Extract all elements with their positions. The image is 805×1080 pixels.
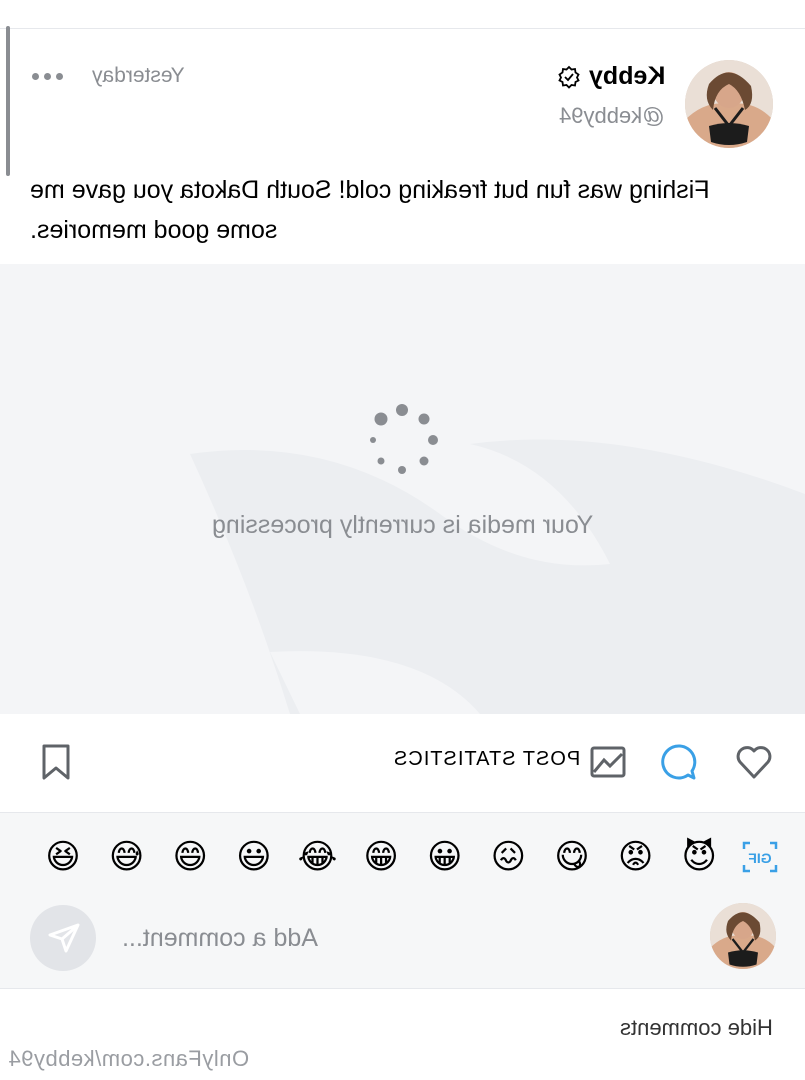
author-block: Kebby @kebby94 xyxy=(557,62,665,129)
heart-icon[interactable] xyxy=(734,742,774,782)
emoji-button[interactable]: 😃 xyxy=(231,834,277,880)
emoji-button[interactable]: 😡 xyxy=(613,834,659,880)
author-avatar[interactable] xyxy=(685,60,773,148)
send-icon[interactable] xyxy=(30,905,96,971)
watermark-text: OnlyFans.com/kebby94 xyxy=(8,1046,250,1071)
gif-icon[interactable]: GIF xyxy=(740,837,780,877)
media-watermark-shape xyxy=(190,439,805,714)
emoji-button[interactable]: 😆 xyxy=(40,834,86,880)
emoji-button[interactable]: 😅 xyxy=(104,834,150,880)
bookmark-icon[interactable] xyxy=(36,742,76,782)
verified-icon xyxy=(557,65,581,89)
post-statistics-button[interactable]: POST STATISTICS xyxy=(393,748,580,771)
post-text: Fishing was fun but freaking cold! South… xyxy=(30,176,710,244)
processing-status: Your media is currently processing xyxy=(211,511,594,539)
gif-label: GIF xyxy=(748,850,772,866)
comment-input[interactable] xyxy=(120,912,684,964)
author-handle[interactable]: @kebby94 xyxy=(559,103,665,129)
emoji-button[interactable]: 😀 xyxy=(422,834,468,880)
emoji-button[interactable]: 😂 xyxy=(295,834,341,880)
author-name[interactable]: Kebby xyxy=(589,62,665,91)
top-divider xyxy=(0,28,805,29)
current-user-avatar xyxy=(710,903,776,969)
media-placeholder: Your media is currently processing xyxy=(0,264,805,714)
hide-comments-link[interactable]: Hide comments xyxy=(620,1015,773,1041)
emoji-button[interactable]: 😄 xyxy=(167,834,213,880)
emoji-button[interactable]: 😈 xyxy=(676,834,722,880)
comment-icon[interactable] xyxy=(660,742,700,782)
emoji-button[interactable]: 😋 xyxy=(549,834,595,880)
post-timestamp: Yesterday xyxy=(92,64,185,87)
spinner-icon xyxy=(370,404,438,474)
scrollbar[interactable] xyxy=(6,26,10,176)
emoji-button[interactable]: 😖 xyxy=(485,834,531,880)
emoji-bar: 😆 😅 😄 😃 😂 😁 😀 😖 😋 😡 😈 GIF xyxy=(40,834,780,880)
comment-divider xyxy=(0,988,805,989)
post-actions: POST STATISTICS xyxy=(0,714,805,812)
more-icon[interactable] xyxy=(32,73,63,80)
stats-icon[interactable] xyxy=(588,742,628,782)
emoji-button[interactable]: 😁 xyxy=(358,834,404,880)
